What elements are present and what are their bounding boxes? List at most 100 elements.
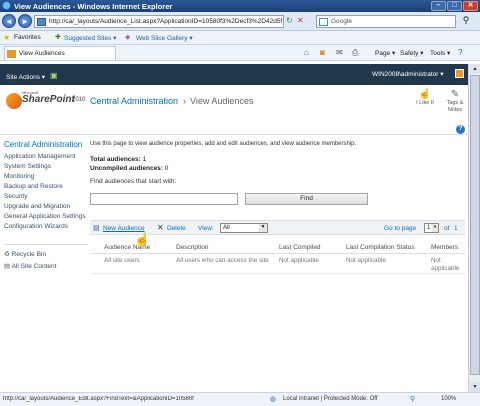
uncompiled-value: 0 [164,165,169,172]
scroll-thumb[interactable] [470,75,480,375]
stop-icon[interactable]: ✕ [297,16,307,27]
forward-icon[interactable]: ► [18,14,32,28]
tags-notes-label: Tags & Notes [446,100,464,113]
col-last-compilation-status[interactable]: Last Compilation Status [346,244,415,251]
favorites-button[interactable]: Favorites [14,34,41,41]
nav-application-management[interactable]: Application Management [4,153,88,160]
recycle-bin-icon: ♻ [4,251,12,258]
col-description[interactable]: Description [176,244,209,251]
scroll-down-icon[interactable]: ▼ [470,382,480,392]
notifications-icon[interactable] [455,69,464,78]
safety-menu[interactable]: Safety ▾ [400,49,424,57]
find-button[interactable]: Find [245,193,368,205]
zoom-level[interactable]: 100% [441,396,456,402]
nav-general-application-settings[interactable]: General Application Settings [4,213,88,220]
user-menu[interactable]: WIN2008\administrator ▾ [372,70,444,78]
feeds-icon[interactable]: ◙ [320,48,325,57]
web-slice-icon: ◈ [125,34,131,41]
total-label: Total audiences: [90,156,141,163]
zoom-icon: ⚲ [410,396,416,403]
page-chevron-icon: ▼ [432,224,438,232]
security-zone[interactable]: Local intranet | Protected Mode: Off [283,396,378,402]
of-label: of [444,225,450,232]
delete-link[interactable]: Delete [167,225,186,232]
i-like-it-button[interactable]: ☝ I Like It [405,89,445,106]
cell-last-compiled: Not applicable [279,257,319,264]
status-bar: http://ca/_layouts/Audience_Edit.aspx?Fi… [0,392,480,406]
web-slice-gallery-link[interactable]: Web Slice Gallery ▾ [136,34,193,42]
refresh-icon[interactable]: ↻ [286,16,296,27]
cell-compilation-status: Not applicable [346,257,386,264]
url-input[interactable]: http://ca/_layouts/Audience_List.aspx?Ap… [34,15,284,28]
table-row[interactable]: All site users All users who can access … [90,256,465,274]
nav-monitoring[interactable]: Monitoring [4,173,88,180]
all-site-content-label: All Site Content [11,263,57,270]
navigate-up-icon[interactable]: ▣ [50,71,58,80]
url-text: http://ca/_layouts/Audience_List.aspx?Ap… [49,18,283,25]
vertical-scrollbar[interactable]: ▲ ▼ [468,64,480,394]
home-icon[interactable]: ⌂ [304,48,309,57]
quick-launch: Central Administration Application Manag… [4,140,88,300]
cell-audience-name[interactable]: All site users [104,257,140,264]
cell-description: All users who can access the site [176,257,269,264]
back-icon[interactable]: ◄ [2,14,16,28]
search-icon[interactable]: ⚲ [459,15,473,28]
col-members[interactable]: Members [431,244,458,251]
recycle-bin-link[interactable]: ♻ Recycle Bin [4,250,88,258]
page-menu[interactable]: Page ▾ [375,49,395,57]
brand-sharepoint: SharePoint [22,94,75,105]
google-icon [319,18,328,26]
suggested-sites-link[interactable]: Suggested Sites ▾ [64,34,116,42]
page-select[interactable]: 1 ▼ [424,223,439,233]
window-title: View Audiences - Windows Internet Explor… [14,2,173,11]
page-select-value: 1 [427,225,431,231]
view-select[interactable]: All ▼ [220,223,268,233]
nav-backup-restore[interactable]: Backup and Restore [4,183,88,190]
nav-configuration-wizards[interactable]: Configuration Wizards [4,223,88,230]
maximize-button[interactable]: □ [447,1,462,11]
favorites-star-icon: ★ [3,33,11,42]
print-icon[interactable]: ⎙ [352,48,358,58]
mail-icon[interactable]: ✉ [336,48,343,57]
minimize-button[interactable]: – [431,1,446,11]
help-circle-icon[interactable]: ? [456,125,465,134]
search-placeholder: Google [331,18,352,25]
view-select-value: All [223,225,230,231]
page-title: View Audiences [190,96,254,106]
tags-notes-button[interactable]: ✎ Tags & Notes [440,89,470,114]
tab-view-audiences[interactable]: View Audiences [4,46,116,60]
sharepoint-logo-icon [6,93,22,109]
quicklaunch-heading[interactable]: Central Administration [4,140,88,149]
nav-upgrade-migration[interactable]: Upgrade and Migration [4,203,88,210]
find-input[interactable] [90,193,238,205]
nav-security[interactable]: Security [4,193,88,200]
new-audience-link[interactable]: New Audience [103,225,145,232]
site-actions-menu[interactable]: Site Actions ▾ [6,73,45,81]
goto-page-label: Go to page [384,225,417,232]
col-last-compiled[interactable]: Last Compiled [279,244,321,251]
breadcrumb-central-admin[interactable]: Central Administration [90,96,178,106]
favorites-bar: ★ Favorites ✚ Suggested Sites ▾ ◈ Web Sl… [0,31,480,45]
recycle-bin-label: Recycle Bin [11,251,46,258]
tools-menu[interactable]: Tools ▾ [430,49,450,57]
tab-bar: View Audiences ⌂ ◙ ✉ ⎙ Page ▾ Safety ▾ T… [0,45,480,61]
add-favorite-icon[interactable]: ✚ [55,33,61,41]
site-content-icon: ▤ [4,263,12,270]
thumbs-up-icon: ☝ [418,89,432,100]
intro-text: Use this page to view audience propertie… [90,141,357,147]
close-window-button[interactable]: ✕ [463,1,478,11]
find-label: Find audiences that start with: [90,178,177,185]
all-site-content-link[interactable]: ▤ All Site Content [4,262,88,270]
help-icon[interactable]: ? [458,48,462,57]
tag-icon: ✎ [450,89,460,100]
scroll-up-icon[interactable]: ▲ [470,64,480,74]
i-like-it-label: I Like It [416,100,434,106]
search-input[interactable]: Google [316,15,456,28]
uncompiled-audiences: Uncompiled audiences: 0 [90,165,168,172]
chevron-down-icon: ▼ [259,224,267,232]
hand-cursor-icon: ☝ [134,232,151,247]
view-label: View: [198,225,214,232]
new-audience-icon: ▤ [93,225,100,232]
nav-system-settings[interactable]: System Settings [4,163,88,170]
address-bar: ◄ ► http://ca/_layouts/Audience_List.asp… [0,12,480,31]
